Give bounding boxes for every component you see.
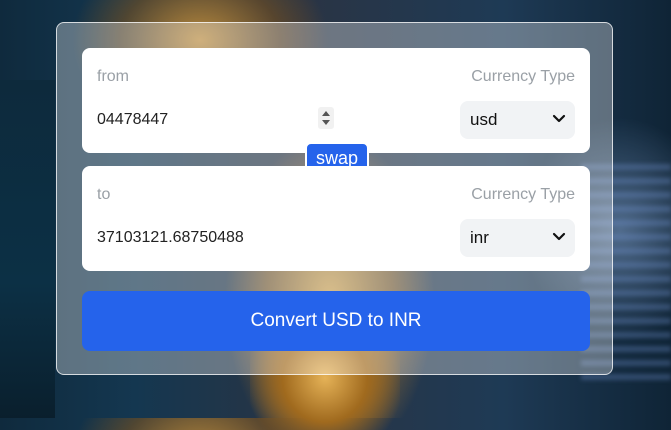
from-currency-value: usd (470, 110, 498, 129)
to-amount-input[interactable] (97, 229, 327, 247)
from-section: from Currency Type usd (82, 48, 590, 153)
from-currency-select[interactable]: usd (460, 101, 575, 139)
from-currency-type-label: Currency Type (471, 68, 575, 85)
chevron-down-icon (552, 232, 566, 241)
from-label: from (97, 68, 129, 85)
chevron-down-icon (552, 114, 566, 123)
to-currency-select[interactable]: inr (460, 219, 575, 257)
spinner-up-icon[interactable] (322, 111, 330, 116)
to-currency-value: inr (470, 228, 489, 247)
to-section: to Currency Type inr (82, 166, 590, 271)
number-spinner-icon[interactable] (318, 107, 334, 129)
spinner-down-icon[interactable] (322, 120, 330, 125)
background-left (0, 80, 55, 418)
to-label: to (97, 186, 111, 203)
converter-panel: from Currency Type usd swap to Currency … (56, 22, 613, 375)
to-currency-type-label: Currency Type (471, 186, 575, 203)
convert-button[interactable]: Convert USD to INR (82, 291, 590, 351)
from-amount-input[interactable] (97, 111, 327, 129)
